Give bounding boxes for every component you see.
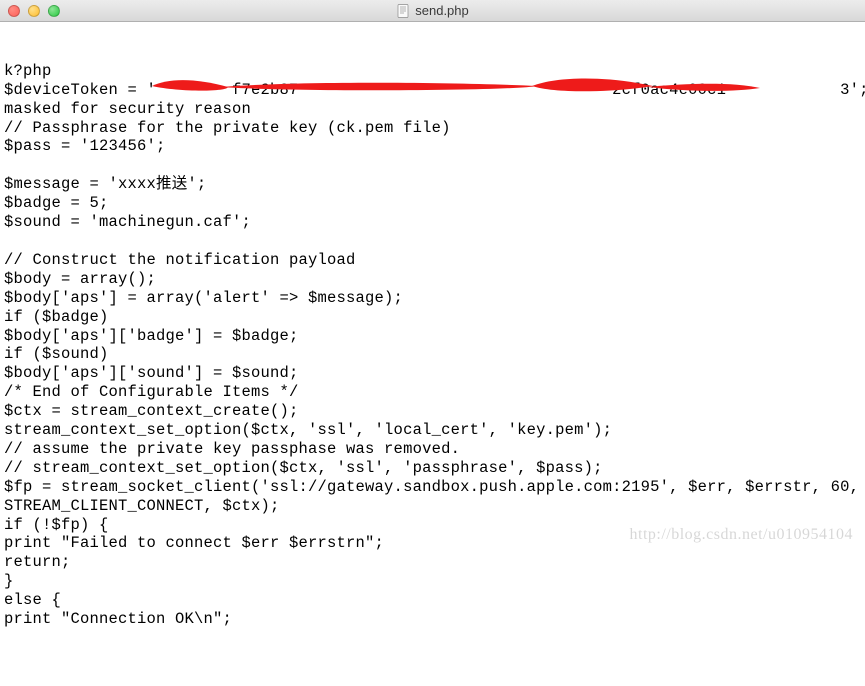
watermark-text: http://blog.csdn.net/u010954104 xyxy=(630,526,854,544)
close-window-button[interactable] xyxy=(8,5,20,17)
window-title: send.php xyxy=(415,3,469,18)
editor-content[interactable]: k?php $deviceToken = ' f7e2b87 2cf0ac4e0… xyxy=(0,22,865,686)
document-icon xyxy=(396,4,410,18)
minimize-window-button[interactable] xyxy=(28,5,40,17)
zoom-window-button[interactable] xyxy=(48,5,60,17)
window-titlebar: send.php xyxy=(0,0,865,22)
window-controls xyxy=(8,5,60,17)
